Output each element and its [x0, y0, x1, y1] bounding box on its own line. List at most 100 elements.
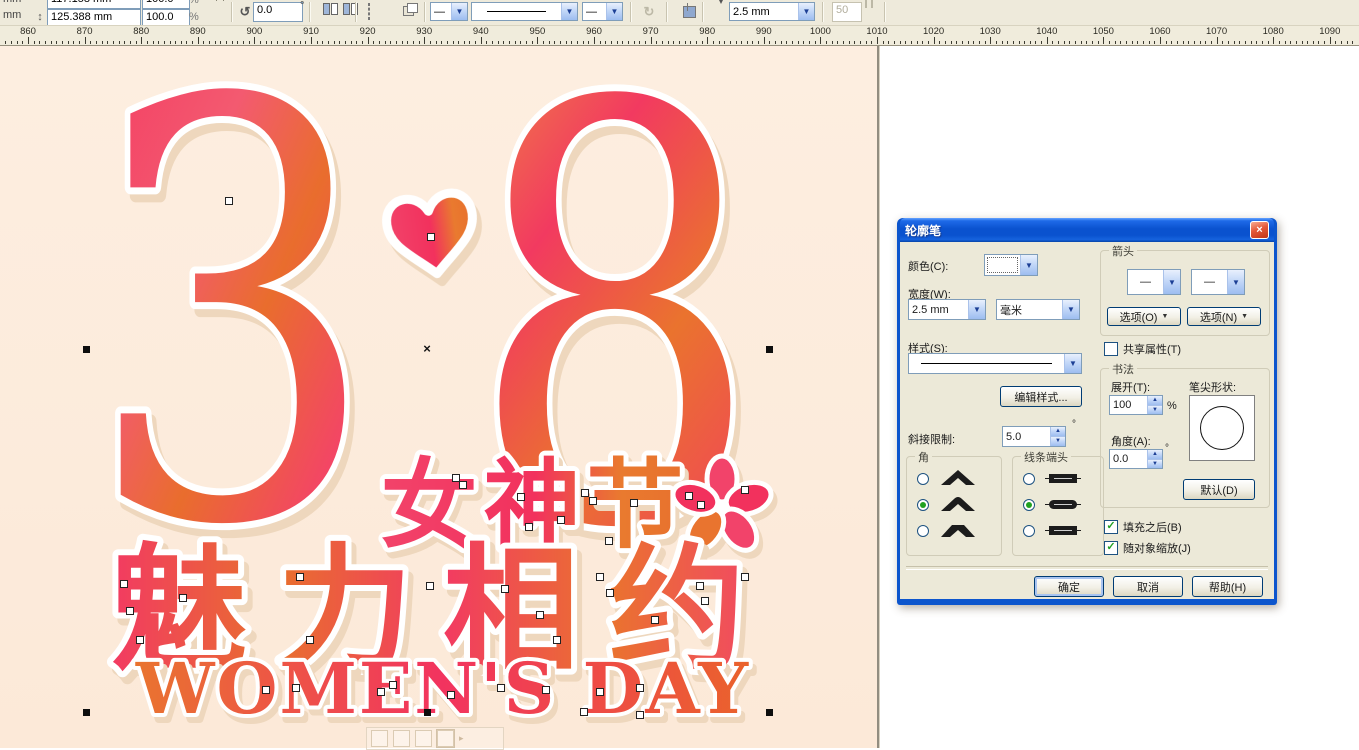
width-unit-combo[interactable]: 毫米▼ [996, 299, 1080, 320]
edit-node[interactable] [389, 681, 397, 689]
edit-node[interactable] [553, 636, 561, 644]
ghost-icon-4[interactable] [437, 730, 454, 747]
horizontal-ruler[interactable]: 8608708808909009109209309409509609709809… [0, 25, 1359, 46]
arrow-start-combo[interactable]: —▼ [1127, 269, 1181, 295]
angle-spinner[interactable]: 0.0 ▲▼ [1109, 449, 1163, 469]
edit-node[interactable] [120, 580, 128, 588]
edit-node[interactable] [296, 573, 304, 581]
behind-fill-checkbox[interactable]: ✓ 填充之后(B) [1104, 519, 1182, 535]
corner-round-radio[interactable] [917, 499, 929, 511]
wireframe-icon[interactable] [360, 3, 378, 21]
edit-node[interactable] [136, 636, 144, 644]
arrow-end-combo[interactable]: —▼ [1191, 269, 1245, 295]
edit-node[interactable] [542, 686, 550, 694]
line-start-arrow-combo[interactable]: —▼ [430, 2, 468, 21]
edit-node[interactable] [636, 684, 644, 692]
edit-node[interactable] [497, 684, 505, 692]
edit-node[interactable] [741, 573, 749, 581]
edit-node[interactable] [557, 516, 565, 524]
selection-handle[interactable] [83, 346, 90, 353]
edit-node[interactable] [580, 708, 588, 716]
edit-node[interactable] [596, 688, 604, 696]
stretch-spinner[interactable]: 100 ▲▼ [1109, 395, 1163, 415]
edit-node[interactable] [517, 493, 525, 501]
selection-handle[interactable] [766, 709, 773, 716]
grid-dots-icon[interactable] [892, 3, 910, 21]
dialog-titlebar[interactable]: 轮廓笔 × [900, 218, 1274, 242]
style-combo[interactable]: ▼ [908, 353, 1082, 374]
options-o-button[interactable]: 选项(O)▼ [1107, 307, 1181, 326]
cap-round-radio[interactable] [1023, 499, 1035, 511]
cap-butt-radio[interactable] [1023, 473, 1035, 485]
edit-node[interactable] [306, 636, 314, 644]
edit-node[interactable] [589, 497, 597, 505]
edit-node[interactable] [630, 499, 638, 507]
miter-spinner[interactable]: 5.0 ▲▼ [1002, 426, 1066, 447]
scale-h-percent: % [189, 0, 199, 6]
close-icon[interactable]: × [1250, 221, 1269, 239]
ruler-tick [419, 41, 420, 44]
ghost-icon-2[interactable] [393, 730, 410, 747]
edit-node[interactable] [225, 197, 233, 205]
edit-node[interactable] [447, 691, 455, 699]
share-attributes-checkbox[interactable]: ✓ 共享属性(T) [1104, 341, 1181, 357]
ghost-icon-3[interactable] [415, 730, 432, 747]
edit-node[interactable] [741, 486, 749, 494]
edit-node[interactable] [536, 611, 544, 619]
scale-h-field[interactable]: 100.0 [142, 0, 190, 9]
edit-node[interactable] [525, 523, 533, 531]
edit-node[interactable] [426, 582, 434, 590]
edit-node[interactable] [377, 688, 385, 696]
object-height-field[interactable]: 125.388 mm [47, 9, 141, 26]
edit-node[interactable] [427, 233, 435, 241]
edit-node[interactable] [606, 589, 614, 597]
womens-day-artwork[interactable]: 3 8 女神节 魅力相约 WOMEN'S DAY [55, 45, 795, 748]
edit-style-button[interactable]: 编辑样式... [1000, 386, 1082, 407]
edit-node[interactable] [292, 684, 300, 692]
object-width-field[interactable]: 117.158 mm [47, 0, 141, 9]
ok-button[interactable]: 确定 [1034, 576, 1104, 597]
color-picker[interactable]: ▼ [984, 254, 1038, 276]
ghost-icon-1[interactable] [371, 730, 388, 747]
mirror-horizontal-icon[interactable] [314, 3, 332, 21]
edit-node[interactable] [126, 607, 134, 615]
options-n-button[interactable]: 选项(N)▼ [1187, 307, 1261, 326]
mirror-vertical-icon[interactable] [334, 3, 352, 21]
width-combo[interactable]: 2.5 mm▼ [908, 299, 986, 320]
edit-node[interactable] [501, 585, 509, 593]
outline-width-combo[interactable]: 2.5 mm▼ [729, 2, 815, 21]
nib-shape-preview[interactable] [1189, 395, 1255, 461]
scale-with-object-checkbox[interactable]: ✓ 随对象缩放(J) [1104, 540, 1191, 556]
line-end-arrow-combo[interactable]: —▼ [582, 2, 623, 21]
edit-node[interactable] [701, 597, 709, 605]
default-button[interactable]: 默认(D) [1183, 479, 1255, 500]
selection-handle[interactable] [766, 346, 773, 353]
edit-node[interactable] [685, 492, 693, 500]
edit-node[interactable] [596, 573, 604, 581]
rotation-field[interactable]: 0.0 [253, 2, 303, 22]
selection-handle[interactable] [424, 709, 431, 716]
edit-node[interactable] [697, 501, 705, 509]
edit-node[interactable] [459, 481, 467, 489]
text-wrap-icon[interactable] [674, 3, 692, 21]
english-title-text[interactable]: WOMEN'S DAY [135, 647, 750, 730]
edit-node[interactable] [651, 616, 659, 624]
lock-ratio-icon[interactable] [206, 0, 224, 18]
edit-node[interactable] [179, 594, 187, 602]
ghost-expand-icon[interactable]: ▸ [459, 733, 464, 744]
order-objects-icon[interactable] [394, 3, 412, 21]
edit-node[interactable] [636, 711, 644, 719]
selection-handle[interactable] [83, 709, 90, 716]
scale-v-field[interactable]: 100.0 [142, 9, 190, 26]
edit-node[interactable] [262, 686, 270, 694]
corner-miter-radio[interactable] [917, 473, 929, 485]
cap-square-radio[interactable] [1023, 525, 1035, 537]
line-style-combo[interactable]: ▼ [471, 2, 578, 21]
selection-center-mark[interactable]: × [421, 343, 433, 355]
cancel-button[interactable]: 取消 [1113, 576, 1183, 597]
help-button[interactable]: 帮助(H) [1192, 576, 1263, 597]
edit-node[interactable] [581, 489, 589, 497]
corner-bevel-radio[interactable] [917, 525, 929, 537]
edit-node[interactable] [696, 582, 704, 590]
edit-node[interactable] [605, 537, 613, 545]
